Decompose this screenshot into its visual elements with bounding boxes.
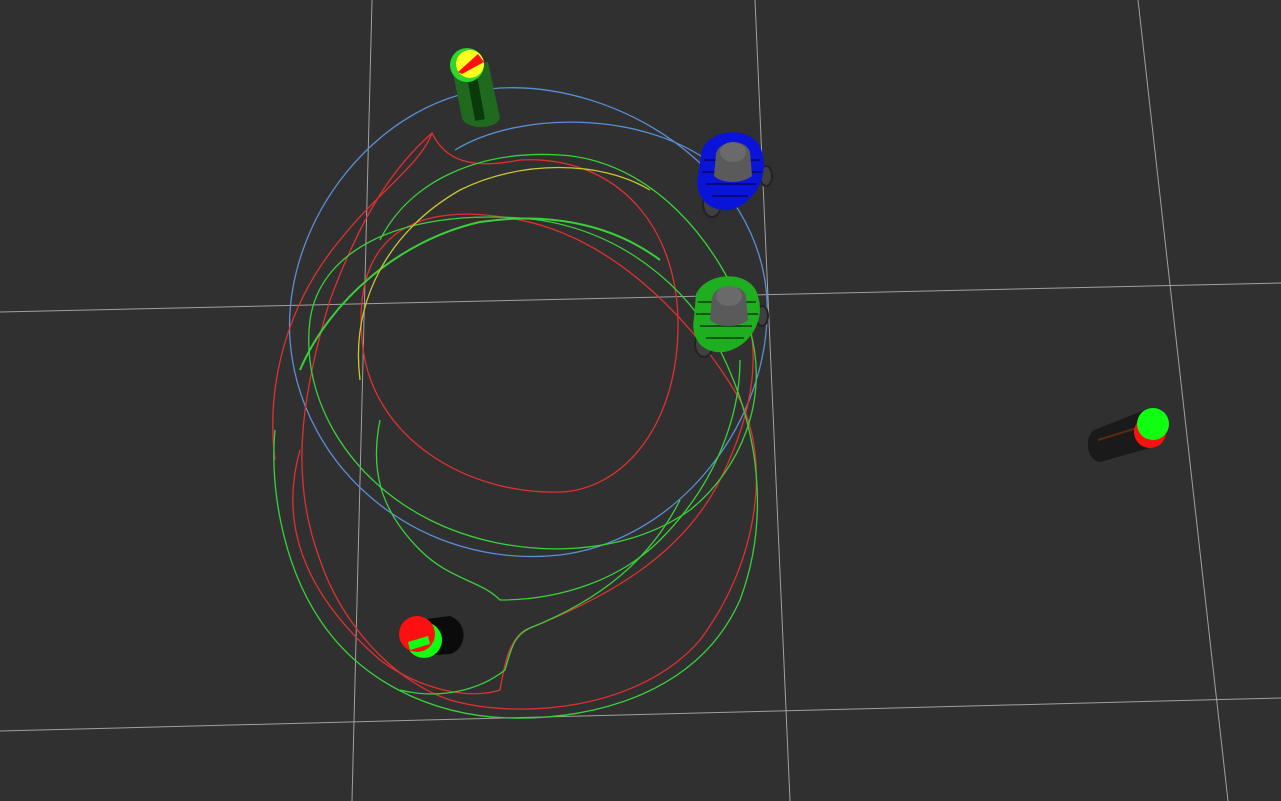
- robot-green[interactable]: [693, 276, 769, 358]
- green-path-2: [375, 359, 741, 601]
- cylinder-icon: [399, 616, 464, 658]
- cylinder-icon: [450, 48, 500, 127]
- cylinder-icon: [1087, 408, 1169, 462]
- grid-line: [0, 282, 1281, 313]
- grid-line: [351, 0, 373, 801]
- obstacle-top[interactable]: [450, 48, 500, 127]
- obstacle-right[interactable]: [1087, 408, 1169, 462]
- robot-icon: [697, 132, 773, 218]
- robot-blue[interactable]: [697, 132, 773, 218]
- scene-canvas[interactable]: [0, 0, 1281, 801]
- grid-line: [0, 697, 1281, 732]
- yellow-path: [357, 166, 651, 381]
- 3d-viewport[interactable]: [0, 0, 1281, 801]
- obstacle-bottom[interactable]: [399, 616, 464, 658]
- green-path: [273, 153, 759, 719]
- trajectories: [272, 87, 768, 719]
- grid-line: [754, 0, 791, 801]
- red-path-2: [292, 289, 754, 695]
- grid-line: [1137, 0, 1229, 801]
- robot-icon: [693, 276, 769, 358]
- red-path-3: [272, 132, 433, 461]
